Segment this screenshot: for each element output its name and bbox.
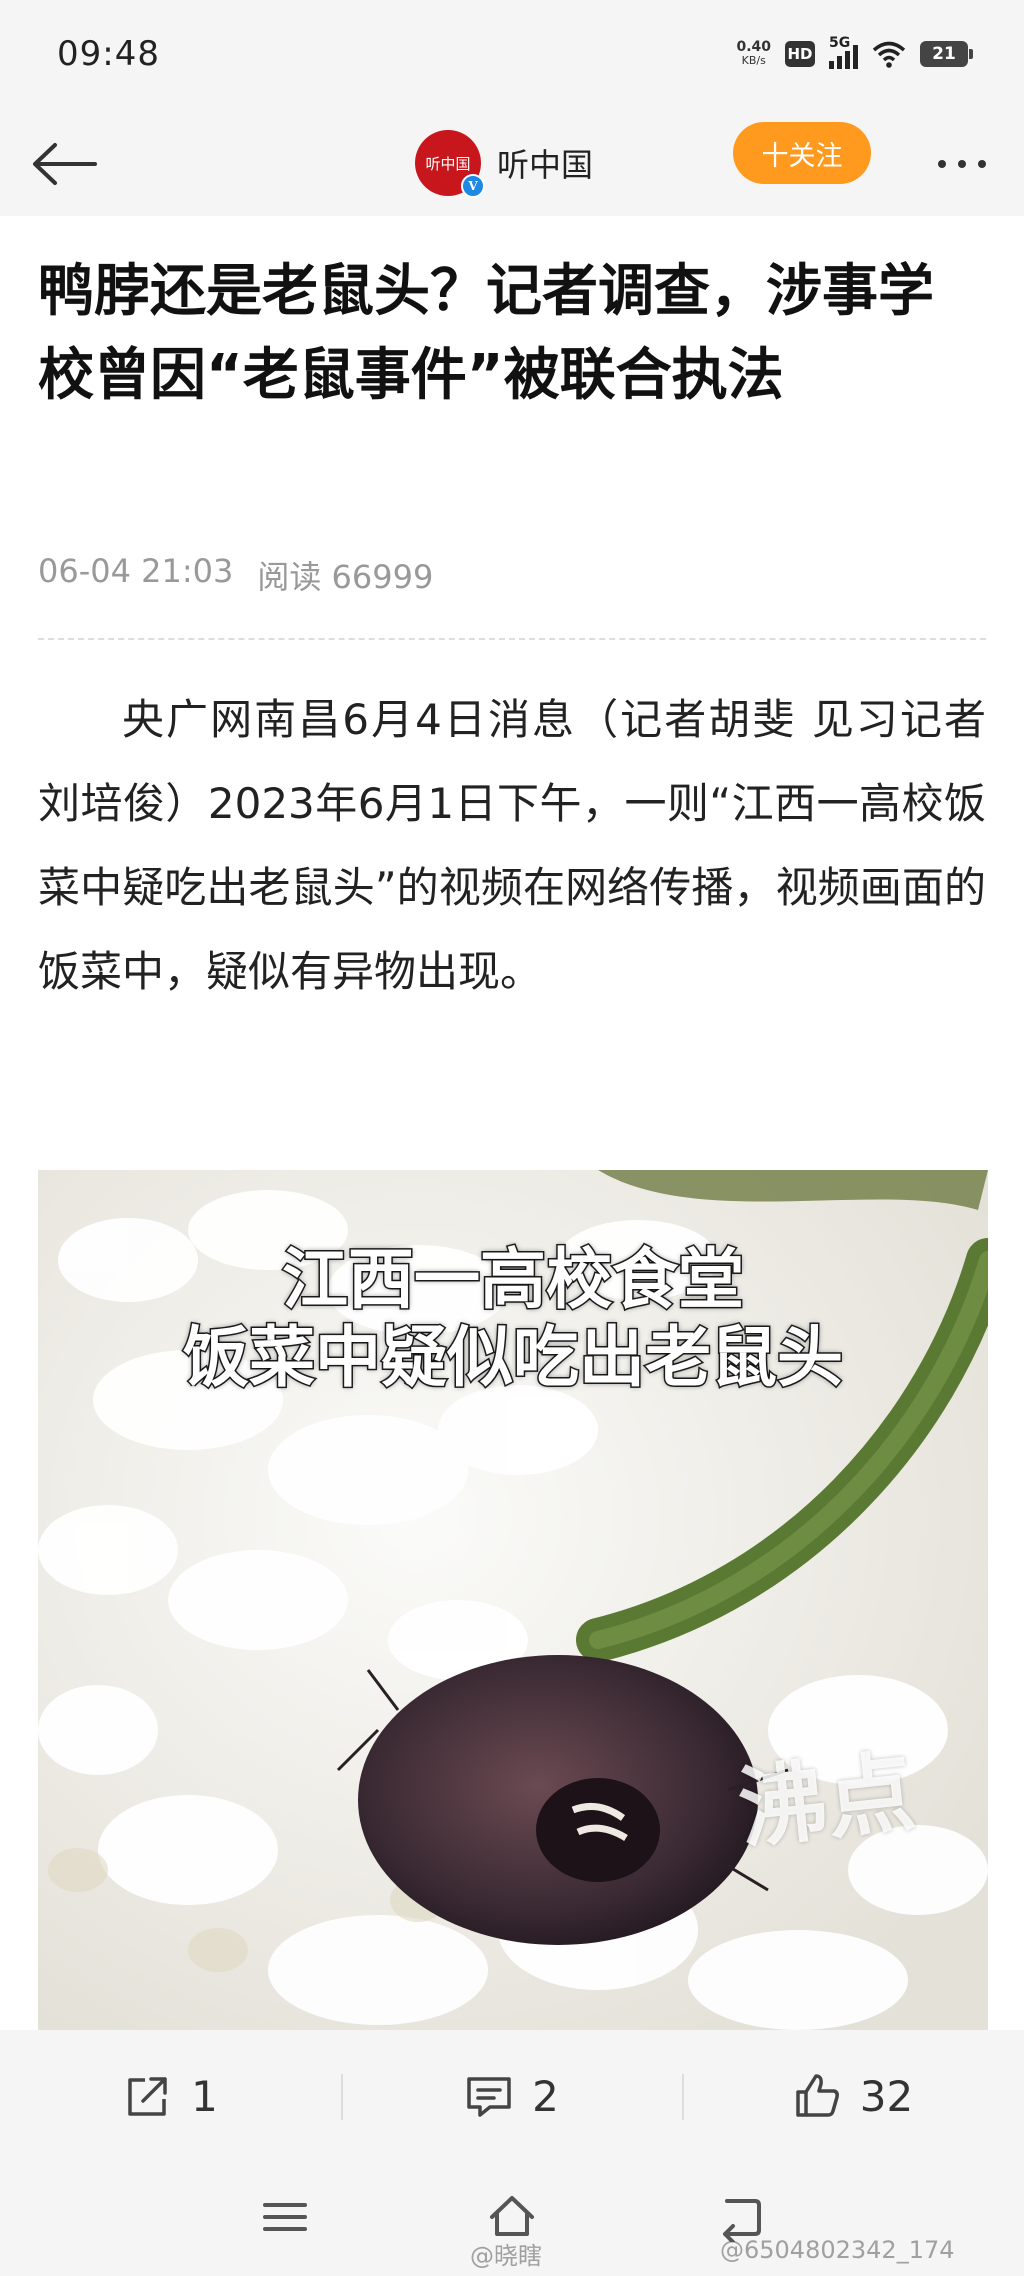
thumbs-up-icon — [796, 2074, 839, 2117]
menu-icon — [263, 2203, 307, 2231]
share-count: 1 — [191, 2071, 218, 2121]
share-button[interactable]: 1 — [0, 2030, 341, 2162]
action-bar: 1 2 32 — [0, 2030, 1024, 2162]
article-image[interactable]: 江西一高校食堂 饭菜中疑似吃出老鼠头 沸点 — [38, 1170, 988, 2036]
article-title: 鸭脖还是老鼠头？记者调查，涉事学校曾因“老鼠事件”被联合执法 — [38, 259, 934, 408]
battery-icon: 21 — [920, 41, 973, 67]
back-button[interactable] — [26, 126, 102, 202]
comment-button[interactable]: 2 — [341, 2030, 682, 2162]
status-icons: 0.40 KB/s HD 5G 21 — [736, 34, 973, 74]
publish-date: 06-04 21:03 — [38, 552, 234, 590]
like-button[interactable]: 32 — [682, 2030, 1023, 2162]
image-watermark: 沸点 — [733, 1740, 920, 1861]
comment-icon — [467, 2077, 511, 2117]
network-speed-value: 0.40 — [736, 39, 771, 55]
arrow-left-icon — [33, 143, 97, 185]
menu-button[interactable] — [245, 2182, 325, 2252]
home-icon — [490, 2196, 534, 2236]
channel-info[interactable]: 听中国 V 听中国 — [415, 120, 593, 206]
network-speed-unit: KB/s — [741, 54, 766, 67]
comment-count: 2 — [532, 2071, 559, 2121]
app-header: 听中国 V 听中国 十关注 — [0, 110, 1024, 216]
image-caption-line2: 饭菜中疑似吃出老鼠头 — [182, 1318, 845, 1398]
share-icon — [128, 2077, 167, 2116]
channel-logo[interactable]: 听中国 V — [415, 130, 485, 198]
network-type-label: 5G — [829, 35, 851, 51]
status-time: 09:48 — [57, 34, 160, 74]
hd-icon: HD — [785, 41, 815, 67]
article-meta: 06-04 21:03 阅读 66999 — [38, 552, 433, 598]
follow-button[interactable]: 十关注 — [733, 122, 871, 184]
divider — [38, 638, 986, 640]
watermark-right: @6504802342_174 — [720, 2236, 955, 2264]
channel-name[interactable]: 听中国 — [497, 140, 593, 186]
verified-icon: V — [461, 174, 485, 198]
network-speed: 0.40 KB/s — [736, 40, 771, 68]
like-count: 32 — [859, 2071, 914, 2121]
more-dots-icon[interactable] — [924, 136, 1000, 192]
status-bar: 09:48 0.40 KB/s HD 5G 21 — [0, 0, 1024, 110]
watermark-left: @晓瞎 — [470, 2242, 542, 2270]
article-body: 央广网南昌6月4日消息（记者胡斐 见习记者刘培俊）2023年6月1日下午，一则“… — [38, 695, 986, 996]
signal-icon: 5G — [829, 35, 858, 69]
return-icon — [723, 2199, 761, 2242]
read-count: 阅读 66999 — [257, 558, 434, 596]
wifi-icon — [872, 41, 906, 68]
channel-logo-text: 听中国 — [425, 154, 471, 173]
